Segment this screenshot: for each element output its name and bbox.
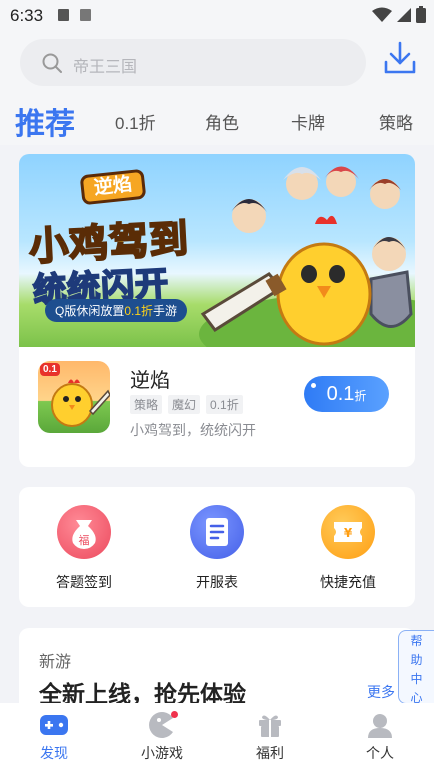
help-char: 中 (410, 672, 423, 686)
game-banner[interactable]: 逆焰 小鸡驾到 统统闪开 Q版休闲放置0.1折手游 (19, 154, 415, 347)
tab-discount[interactable]: 0.1折 (115, 109, 156, 134)
nav-label: 发现 (40, 745, 68, 761)
nav-discover[interactable]: 发现 (14, 711, 94, 763)
tab-role[interactable]: 角色 (205, 109, 239, 134)
nav-benefits[interactable]: 福利 (230, 711, 310, 763)
game-icon-tag: 0.1 (40, 363, 60, 376)
wifi-icon (372, 7, 392, 22)
server-list-icon (190, 505, 244, 559)
game-description: 小鸡驾到，统统闪开 (130, 422, 256, 438)
quick-action-recharge[interactable]: ¥ 快捷充值 (303, 505, 393, 592)
battery-icon (416, 6, 426, 23)
mini-game-icon (146, 711, 178, 739)
game-tags: 策略 魔幻 0.1折 (130, 395, 243, 414)
search-bar[interactable]: 帝王三国 (20, 39, 366, 86)
signal-icon (397, 7, 411, 22)
status-bar: 6:33 (0, 0, 434, 30)
quick-action-label: 快捷充值 (320, 574, 376, 590)
banner-subtitle-highlight: 0.1折 (124, 304, 154, 318)
notification-book-icon (80, 9, 91, 21)
user-icon (364, 711, 396, 739)
notification-a-icon (58, 9, 69, 21)
nav-label: 小游戏 (141, 745, 183, 761)
svg-text:福: 福 (79, 533, 90, 547)
quick-action-label: 答题签到 (56, 574, 112, 590)
game-name: 逆焰 (130, 370, 170, 392)
nav-label: 福利 (256, 745, 284, 761)
recharge-coupon-icon: ¥ (321, 505, 375, 559)
game-tag: 0.1折 (206, 395, 243, 414)
new-games-heading: 新游 (39, 654, 72, 671)
quick-action-quiz-checkin[interactable]: 福 答题签到 (39, 505, 129, 592)
gift-icon (254, 711, 286, 739)
tab-card[interactable]: 卡牌 (291, 109, 325, 134)
nav-mini-games[interactable]: 小游戏 (122, 711, 202, 763)
svg-text:¥: ¥ (344, 526, 353, 540)
lucky-bag-icon: 福 (57, 505, 111, 559)
quick-actions-card: 福 答题签到 开服表 ¥ 快捷充值 (19, 487, 415, 607)
quick-action-label: 开服表 (196, 574, 238, 590)
tab-recommend[interactable]: 推荐 (15, 99, 75, 143)
featured-game-card[interactable]: 逆焰 小鸡驾到 统统闪开 Q版休闲放置0.1折手游 0.1 逆焰 策略 魔幻 0… (19, 154, 415, 467)
discount-dot (311, 383, 316, 388)
game-info-row[interactable]: 0.1 逆焰 策略 魔幻 0.1折 小鸡驾到，统统闪开 0.1折 (19, 347, 415, 467)
game-tag: 策略 (130, 395, 163, 414)
nav-profile[interactable]: 个人 (340, 711, 420, 763)
notification-badge (171, 711, 178, 718)
banner-subtitle-prefix: Q版休闲放置 (55, 304, 125, 318)
help-char: 帮 (410, 634, 423, 648)
discount-value: 0.1 (326, 383, 355, 405)
quick-action-server-list[interactable]: 开服表 (172, 505, 262, 592)
tab-strategy[interactable]: 策略 (379, 109, 413, 134)
banner-subtitle: Q版休闲放置0.1折手游 (45, 299, 188, 322)
help-char: 助 (410, 653, 423, 667)
banner-subtitle-suffix: 手游 (153, 304, 178, 318)
search-placeholder: 帝王三国 (73, 59, 138, 76)
gamepad-icon (38, 711, 70, 739)
discount-unit: 折 (354, 389, 367, 403)
help-center-button[interactable]: 帮 助 中 心 (398, 630, 434, 705)
discount-button[interactable]: 0.1折 (304, 376, 389, 412)
game-tag: 魔幻 (168, 395, 201, 414)
search-icon (42, 53, 62, 73)
game-icon[interactable]: 0.1 (38, 361, 110, 433)
nav-label: 个人 (366, 745, 394, 761)
status-time: 6:33 (10, 6, 44, 25)
more-link[interactable]: 更多 (367, 682, 395, 702)
category-tabs: 推荐 0.1折 角色 卡牌 策略 (0, 96, 434, 144)
bottom-navigation: 发现 小游戏 福利 个人 (0, 703, 434, 771)
download-icon[interactable] (383, 40, 417, 76)
